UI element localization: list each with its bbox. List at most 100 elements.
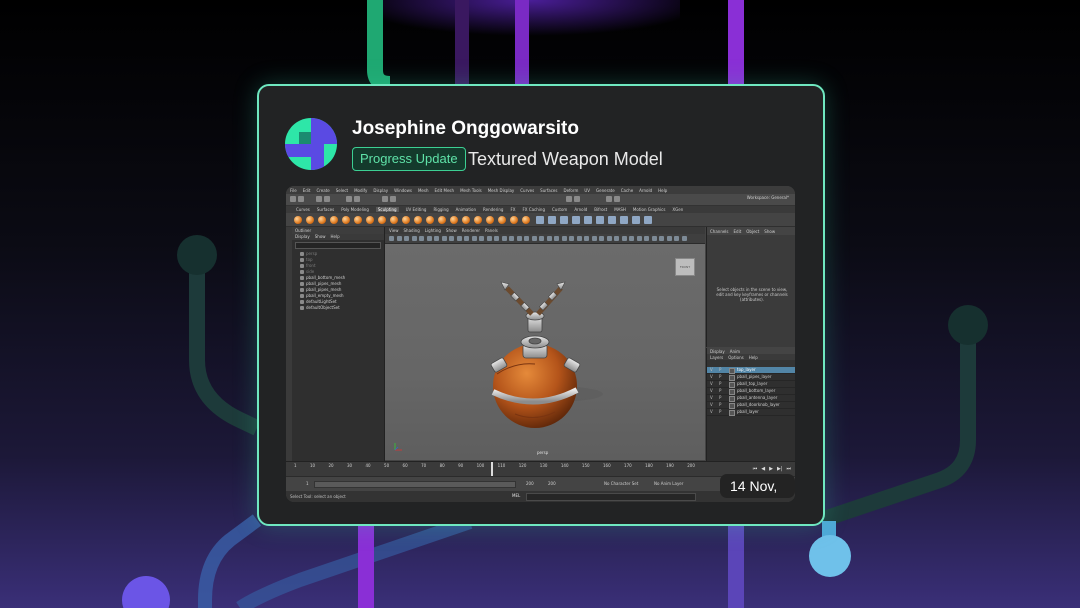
anim-end[interactable]: 200: [548, 481, 556, 486]
layer-editor-tab-1[interactable]: Anim: [730, 349, 740, 354]
visibility-toggle[interactable]: V: [710, 381, 713, 387]
viewport-menu-item-1[interactable]: Shading: [404, 228, 420, 233]
viewport-tool-icon[interactable]: [681, 236, 687, 241]
shelf-tab-15[interactable]: XGen: [672, 207, 683, 212]
viewport-tool-icon[interactable]: [531, 236, 537, 241]
visibility-toggle[interactable]: V: [710, 388, 713, 394]
layer-row[interactable]: V Ppball_top_layer: [707, 381, 795, 388]
menu-item-14[interactable]: UV: [584, 188, 590, 193]
menu-item-11[interactable]: Curves: [520, 188, 534, 193]
character-set[interactable]: No Character Set: [604, 481, 638, 486]
sculpt-tool-icon[interactable]: [438, 216, 446, 224]
shelf-tool-icon[interactable]: [608, 216, 616, 224]
visibility-toggle[interactable]: V: [710, 374, 713, 380]
step-back-icon[interactable]: ◀: [761, 466, 765, 472]
shelf-tool-icon[interactable]: [584, 216, 592, 224]
viewport-tool-icon[interactable]: [651, 236, 657, 241]
sculpt-tool-icon[interactable]: [450, 216, 458, 224]
playback-toggle[interactable]: P: [719, 381, 721, 387]
menu-item-1[interactable]: Edit: [303, 188, 311, 193]
viewport-tool-icon[interactable]: [674, 236, 679, 241]
playback-toggle[interactable]: P: [719, 388, 721, 394]
shelf-tool-icon[interactable]: [596, 216, 604, 224]
visibility-toggle[interactable]: V: [710, 402, 713, 408]
viewport-tool-icon[interactable]: [494, 236, 499, 241]
range-start[interactable]: 1: [306, 481, 309, 486]
author-name[interactable]: Josephine Onggowarsito: [352, 118, 579, 140]
viewport-tool-icon[interactable]: [509, 236, 514, 241]
viewport-menu-item-5[interactable]: Panels: [485, 228, 498, 233]
shelf-tab-11[interactable]: Arnold: [574, 207, 587, 212]
channel-box-tab-0[interactable]: Channels: [710, 229, 729, 234]
sculpt-tool-icon[interactable]: [510, 216, 518, 224]
shelf-tab-1[interactable]: Surfaces: [317, 207, 334, 212]
outliner-item[interactable]: defaultObjectSet: [292, 305, 384, 311]
weapon-model[interactable]: [385, 244, 705, 460]
shelf-tab-6[interactable]: Animation: [456, 207, 476, 212]
viewport-tool-icon[interactable]: [486, 236, 492, 241]
sculpt-tool-icon[interactable]: [462, 216, 470, 224]
viewport-tool-icon[interactable]: [659, 236, 664, 241]
viewport-tool-icon[interactable]: [621, 236, 627, 241]
sculpt-tool-icon[interactable]: [474, 216, 482, 224]
viewport-tool-icon[interactable]: [614, 236, 619, 241]
channel-box-tab-1[interactable]: Edit: [734, 229, 742, 234]
menu-item-4[interactable]: Modify: [354, 188, 367, 193]
viewport-tool-icon[interactable]: [479, 236, 484, 241]
viewport-tool-icon[interactable]: [501, 236, 507, 241]
viewport-tool-icon[interactable]: [629, 236, 634, 241]
shelf-tool-icon[interactable]: [620, 216, 628, 224]
channel-box-tab-3[interactable]: Show: [764, 229, 775, 234]
playback-toggle[interactable]: P: [719, 402, 721, 408]
playback-toggle[interactable]: P: [719, 395, 721, 401]
viewport-tool-icon[interactable]: [554, 236, 559, 241]
viewport-tool-icon[interactable]: [636, 236, 642, 241]
play-icon[interactable]: ▶: [769, 466, 773, 472]
shelf-tab-3[interactable]: Sculpting: [375, 207, 399, 212]
anim-layer[interactable]: No Anim Layer: [654, 481, 683, 486]
shelf-tab-13[interactable]: MASH: [614, 207, 626, 212]
viewport-tool-icon[interactable]: [576, 236, 582, 241]
viewport-tool-icon[interactable]: [539, 236, 544, 241]
viewport-tool-icon[interactable]: [464, 236, 469, 241]
shelf-tab-4[interactable]: UV Editing: [406, 207, 427, 212]
sculpt-tool-icon[interactable]: [306, 216, 314, 224]
range-end[interactable]: 200: [526, 481, 534, 486]
go-to-end-icon[interactable]: ⏭: [786, 466, 791, 472]
viewport-tool-icon[interactable]: [606, 236, 612, 241]
viewport-menu-item-3[interactable]: Show: [446, 228, 457, 233]
current-time-indicator[interactable]: [491, 462, 493, 476]
viewport-tool-icon[interactable]: [569, 236, 574, 241]
playback-toggle[interactable]: P: [719, 409, 721, 415]
shelf-tool-icon[interactable]: [572, 216, 580, 224]
viewport-tool-icon[interactable]: [426, 236, 432, 241]
sculpt-tool-icon[interactable]: [366, 216, 374, 224]
shelf-tab-2[interactable]: Poly Modeling: [341, 207, 369, 212]
maya-screenshot[interactable]: File Edit Create Select Modify Display Windows…: [286, 186, 795, 502]
layer-editor-menu-item-2[interactable]: Help: [749, 355, 758, 360]
shelf-tab-9[interactable]: FX Caching: [523, 207, 545, 212]
shelf-tab-14[interactable]: Motion Graphics: [633, 207, 666, 212]
sculpt-tool-icon[interactable]: [342, 216, 350, 224]
viewport-tool-icon[interactable]: [644, 236, 649, 241]
menu-item-0[interactable]: File: [290, 188, 297, 193]
menu-item-13[interactable]: Deform: [563, 188, 578, 193]
mel-input[interactable]: [526, 493, 696, 501]
playback-toggle[interactable]: P: [719, 367, 721, 373]
viewport-menu-item-0[interactable]: View: [389, 228, 399, 233]
shelf-tab-5[interactable]: Rigging: [433, 207, 448, 212]
viewport-tool-icon[interactable]: [411, 236, 417, 241]
viewport-tool-icon[interactable]: [449, 236, 454, 241]
shelf-tool-icon[interactable]: [632, 216, 640, 224]
viewport-tool-icon[interactable]: [666, 236, 672, 241]
shelf-tab-8[interactable]: FX: [510, 207, 515, 212]
sculpt-tool-icon[interactable]: [390, 216, 398, 224]
step-forward-icon[interactable]: ▶|: [777, 466, 783, 472]
menu-item-2[interactable]: Create: [316, 188, 329, 193]
viewport-menu-item-4[interactable]: Renderer: [462, 228, 480, 233]
shelf-tool-icon[interactable]: [536, 216, 544, 224]
workspace-label[interactable]: Workspace: General*: [747, 195, 789, 200]
sculpt-tool-icon[interactable]: [498, 216, 506, 224]
viewport-menu-item-2[interactable]: Lighting: [425, 228, 441, 233]
viewport-tool-icon[interactable]: [561, 236, 567, 241]
